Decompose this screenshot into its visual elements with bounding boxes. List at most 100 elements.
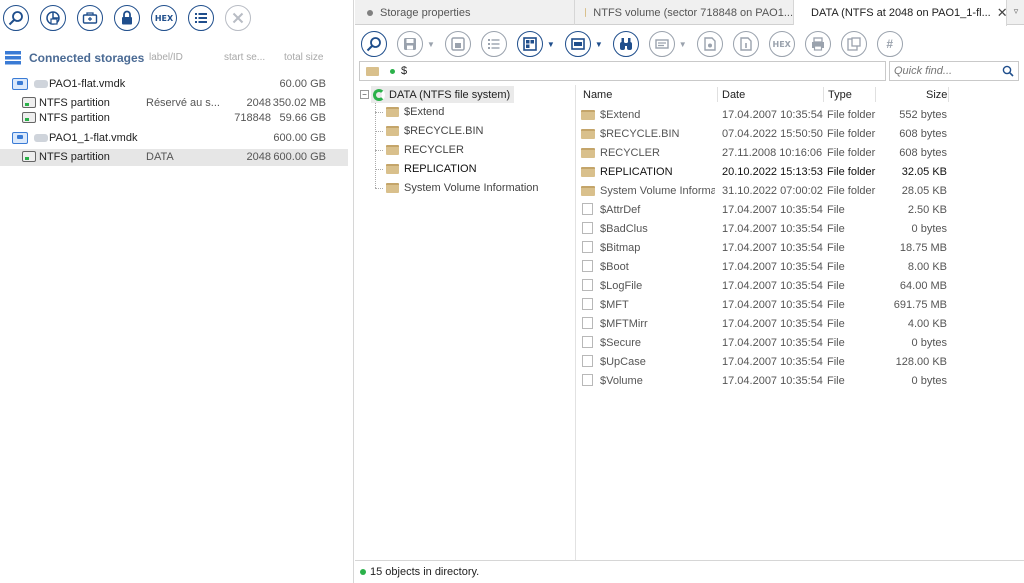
file-icon bbox=[582, 374, 593, 386]
column-date[interactable]: Date bbox=[722, 89, 745, 101]
file-info-icon[interactable] bbox=[732, 31, 759, 57]
panel-dropdown-icon[interactable]: ▼ bbox=[595, 40, 603, 49]
image-file-icon[interactable] bbox=[77, 5, 103, 31]
file-row[interactable]: $Boot 17.04.2007 10:35:54 File 8.00 KB bbox=[577, 257, 1024, 276]
tree-guide-line bbox=[375, 131, 383, 132]
quick-find-box bbox=[889, 61, 1019, 81]
file-type: File bbox=[827, 223, 845, 235]
checklist-icon[interactable] bbox=[480, 31, 507, 57]
file-type: File folder bbox=[827, 128, 876, 140]
list-icon[interactable] bbox=[188, 5, 214, 31]
properties-icon[interactable] bbox=[840, 31, 867, 57]
quick-find-input[interactable] bbox=[890, 62, 996, 80]
tree-item[interactable]: RECYCLER bbox=[386, 141, 464, 159]
tree-item-label: $Extend bbox=[404, 106, 445, 118]
file-name: $Bitmap bbox=[600, 242, 641, 254]
tree-item[interactable]: REPLICATION bbox=[386, 160, 477, 178]
lock-icon[interactable] bbox=[114, 5, 140, 31]
view-dropdown-icon[interactable]: ▼ bbox=[547, 40, 555, 49]
tree-root-item[interactable]: DATA (NTFS file system) bbox=[371, 86, 515, 103]
hex-icon[interactable]: HEX bbox=[768, 31, 795, 57]
tab-storage-properties[interactable]: Storage properties bbox=[355, 0, 575, 25]
search-icon[interactable] bbox=[361, 31, 387, 57]
column-separator[interactable] bbox=[948, 87, 949, 102]
folder-row[interactable]: $Extend 17.04.2007 10:35:54 File folder 552… bbox=[577, 105, 1024, 124]
save-icon[interactable] bbox=[397, 31, 423, 57]
image-dropdown-icon[interactable]: ▼ bbox=[679, 40, 687, 49]
save-selected-icon[interactable] bbox=[444, 31, 471, 57]
file-settings-icon[interactable] bbox=[696, 31, 723, 57]
tree-item[interactable]: System Volume Information bbox=[386, 179, 539, 197]
column-size[interactable]: Size bbox=[926, 89, 947, 101]
print-icon[interactable] bbox=[804, 31, 831, 57]
column-total-size[interactable]: total size bbox=[284, 52, 323, 63]
file-icon bbox=[582, 279, 593, 291]
tab-ntfs-volume[interactable]: NTFS volume (sector 718848 on PAO1... bbox=[575, 0, 794, 25]
file-date: 27.11.2008 10:16:06 bbox=[722, 147, 823, 159]
file-row[interactable]: $UpCase 17.04.2007 10:35:54 File 128.00 KB bbox=[577, 352, 1024, 371]
tree-guide-line bbox=[375, 103, 376, 188]
file-name: RECYCLER bbox=[600, 147, 660, 159]
hex-icon[interactable]: HEX bbox=[151, 5, 177, 31]
file-date: 17.04.2007 10:35:54 bbox=[722, 280, 823, 292]
tree-collapse-icon[interactable]: − bbox=[360, 90, 369, 99]
column-separator[interactable] bbox=[717, 87, 718, 102]
folder-icon bbox=[366, 67, 379, 76]
view-icon[interactable] bbox=[516, 31, 543, 57]
file-row[interactable]: $AttrDef 17.04.2007 10:35:54 File 2.50 KB bbox=[577, 200, 1024, 219]
storage-item-partition[interactable]: NTFS partition 718848 59.66 GB bbox=[0, 110, 348, 127]
file-size: 0 bytes bbox=[911, 337, 947, 349]
panel-icon[interactable] bbox=[564, 31, 591, 57]
disk-refresh-icon[interactable] bbox=[40, 5, 66, 31]
explorer-toolbar: ▼ ▼ ▼ ▼ HEX # bbox=[361, 31, 913, 57]
file-row[interactable]: $Bitmap 17.04.2007 10:35:54 File 18.75 MB bbox=[577, 238, 1024, 257]
save-dropdown-icon[interactable]: ▼ bbox=[427, 40, 435, 49]
search-icon[interactable] bbox=[3, 5, 29, 31]
storage-name: PAO1-flat.vmdk bbox=[34, 78, 125, 90]
column-label-id[interactable]: label/ID bbox=[149, 52, 183, 63]
file-type: File folder bbox=[827, 147, 876, 159]
image-icon[interactable] bbox=[648, 31, 675, 57]
tab-bar: Storage properties NTFS volume (sector 7… bbox=[355, 0, 1024, 26]
file-row[interactable]: $LogFile 17.04.2007 10:35:54 File 64.00 MB bbox=[577, 276, 1024, 295]
search-icon[interactable] bbox=[1002, 65, 1014, 77]
column-type[interactable]: Type bbox=[828, 89, 852, 101]
binoculars-icon[interactable] bbox=[612, 31, 639, 57]
file-row[interactable]: $Secure 17.04.2007 10:35:54 File 0 bytes bbox=[577, 333, 1024, 352]
file-row[interactable]: $MFT 17.04.2007 10:35:54 File 691.75 MB bbox=[577, 295, 1024, 314]
folder-row[interactable]: $RECYCLE.BIN 07.04.2022 15:50:50 File fold… bbox=[577, 124, 1024, 143]
column-start-sector[interactable]: start se... bbox=[224, 52, 265, 63]
file-row[interactable]: $BadClus 17.04.2007 10:35:54 File 0 bytes bbox=[577, 219, 1024, 238]
file-icon bbox=[582, 298, 593, 310]
storage-item-disk[interactable]: PAO1-flat.vmdk 60.00 GB bbox=[0, 76, 348, 93]
storage-name-text: PAO1-flat.vmdk bbox=[49, 78, 126, 90]
file-type: File bbox=[827, 204, 845, 216]
tab-list-dropdown-icon[interactable]: ▿ bbox=[1010, 6, 1022, 18]
status-text: 15 objects in directory. bbox=[370, 566, 480, 578]
storage-item-partition-selected[interactable]: NTFS partition DATA 2048 600.00 GB bbox=[0, 149, 348, 166]
tree-item[interactable]: $Extend bbox=[386, 103, 444, 121]
path-bar[interactable]: $ bbox=[359, 61, 886, 81]
file-date: 17.04.2007 10:35:54 bbox=[722, 299, 823, 311]
file-row[interactable]: $MFTMirr 17.04.2007 10:35:54 File 4.00 KB bbox=[577, 314, 1024, 333]
folder-row[interactable]: REPLICATION 20.10.2022 15:13:53 File folde… bbox=[577, 162, 1024, 181]
folder-row[interactable]: RECYCLER 27.11.2008 10:16:06 File folder 60… bbox=[577, 143, 1024, 162]
folder-icon bbox=[386, 107, 399, 117]
folder-row[interactable]: System Volume Information 31.10.2022 07:0… bbox=[577, 181, 1024, 200]
tree-item-label: REPLICATION bbox=[404, 163, 477, 175]
tree-item[interactable]: $RECYCLE.BIN bbox=[386, 122, 483, 140]
column-separator[interactable] bbox=[875, 87, 876, 102]
tab-data-ntfs[interactable]: DATA (NTFS at 2048 on PAO1_1-fl... ✕ bbox=[794, 0, 1007, 26]
tab-close-icon[interactable]: ✕ bbox=[997, 5, 1006, 21]
storage-item-disk[interactable]: PAO1_1-flat.vmdk 600.00 GB bbox=[0, 130, 348, 147]
column-name[interactable]: Name bbox=[583, 89, 612, 101]
virtual-disk-icon bbox=[12, 78, 28, 90]
column-separator[interactable] bbox=[823, 87, 824, 102]
current-path[interactable]: $ bbox=[401, 65, 407, 77]
storage-size: 600.00 GB bbox=[273, 132, 326, 144]
file-icon bbox=[582, 260, 593, 272]
file-date: 17.04.2007 10:35:54 bbox=[722, 375, 823, 387]
hash-icon[interactable]: # bbox=[876, 31, 903, 57]
close-icon[interactable] bbox=[225, 5, 251, 31]
file-row[interactable]: $Volume 17.04.2007 10:35:54 File 0 bytes bbox=[577, 371, 1024, 390]
